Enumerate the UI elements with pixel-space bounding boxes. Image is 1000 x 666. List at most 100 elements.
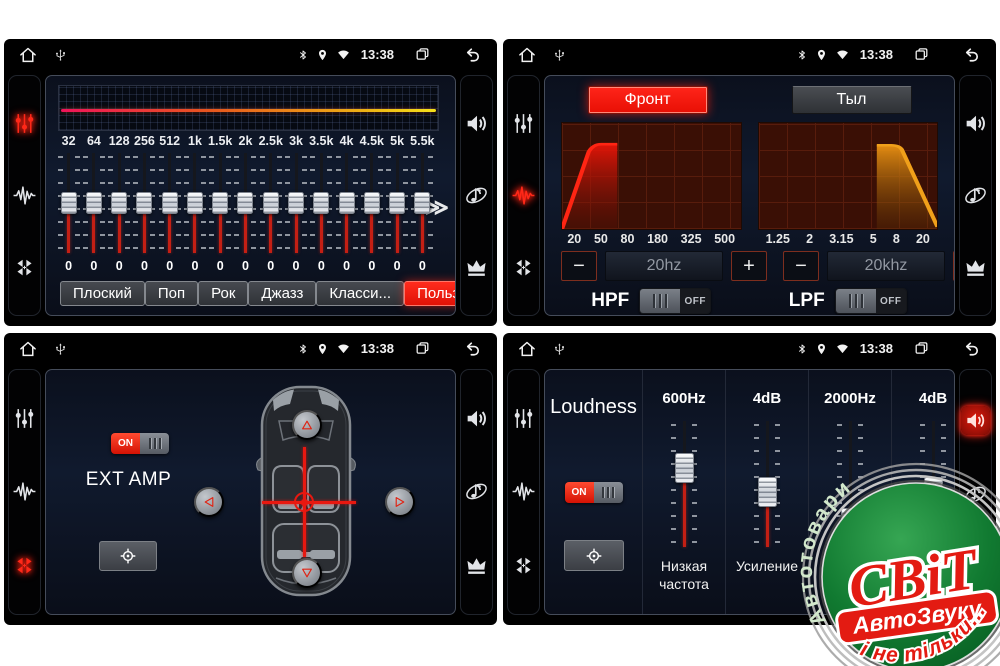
slider-handle[interactable] <box>86 192 102 214</box>
slider-handle[interactable] <box>111 192 127 214</box>
equalizer-icon[interactable] <box>12 406 37 431</box>
eq-band-slider[interactable] <box>81 151 106 255</box>
back-icon[interactable] <box>462 339 483 358</box>
eq-band-slider[interactable] <box>182 151 207 255</box>
speaker-tab[interactable]: Тыл <box>792 86 912 114</box>
eq-preset-button[interactable]: Джазз <box>248 281 316 306</box>
slider-handle[interactable] <box>136 192 152 214</box>
balance-icon[interactable] <box>12 255 37 280</box>
slider-handle[interactable] <box>364 192 380 214</box>
slider-handle[interactable] <box>389 192 405 214</box>
ext-amp-toggle[interactable]: ON <box>111 433 169 454</box>
eq-band-slider[interactable] <box>258 151 283 255</box>
center-reset-button[interactable] <box>564 540 624 571</box>
eq-band-slider[interactable] <box>334 151 359 255</box>
slider-handle[interactable] <box>162 192 178 214</box>
volume-icon[interactable] <box>464 111 489 136</box>
eq-presets: Плоский Поп Рок Джазз Класси... Польз. <box>46 275 455 306</box>
home-icon[interactable] <box>18 45 38 65</box>
store-logo: Автотовари СВіТ АвтоЗвуку і не тільки... <box>798 455 1000 666</box>
slider-handle[interactable] <box>288 192 304 214</box>
recents-icon[interactable] <box>913 340 930 357</box>
crown-icon[interactable] <box>464 255 489 280</box>
lpf-minus-button[interactable]: − <box>783 251 819 281</box>
eq-band: 3k 0 <box>283 134 308 275</box>
eq-preset-button[interactable]: Поп <box>145 281 198 306</box>
fader-rear-button[interactable] <box>292 558 322 588</box>
back-icon[interactable] <box>462 45 483 64</box>
recents-icon[interactable] <box>414 340 431 357</box>
waveform-icon[interactable] <box>511 183 536 208</box>
eq-band-slider[interactable] <box>384 151 409 255</box>
eq-band-slider[interactable] <box>208 151 233 255</box>
eq-band-slider[interactable] <box>283 151 308 255</box>
balance-right-button[interactable] <box>385 487 415 517</box>
speaker-tabs: Фронт Тыл <box>545 86 954 114</box>
eq-band: 64 0 <box>81 134 106 275</box>
crown-icon[interactable] <box>464 553 489 578</box>
waveform-icon[interactable] <box>12 479 37 504</box>
sound-effect-icon[interactable] <box>963 183 988 208</box>
slider-handle[interactable] <box>237 192 253 214</box>
center-reset-button[interactable] <box>99 541 157 571</box>
equalizer-icon[interactable] <box>511 111 536 136</box>
volume-icon[interactable] <box>464 406 489 431</box>
slider-handle[interactable] <box>212 192 228 214</box>
slider-handle[interactable] <box>758 477 777 507</box>
back-icon[interactable] <box>961 339 982 358</box>
balance-icon[interactable] <box>511 553 536 578</box>
back-icon[interactable] <box>961 45 982 64</box>
slider-handle[interactable] <box>263 192 279 214</box>
slider-handle[interactable] <box>313 192 329 214</box>
eq-band-slider[interactable] <box>157 151 182 255</box>
crown-icon[interactable] <box>963 255 988 280</box>
balance-icon[interactable] <box>511 255 536 280</box>
eq-band-slider[interactable] <box>56 151 81 255</box>
slider-handle[interactable] <box>675 453 694 483</box>
fader-front-button[interactable] <box>292 410 322 440</box>
eq-preset-button[interactable]: Класси... <box>316 281 404 306</box>
home-icon[interactable] <box>18 339 38 359</box>
tick-label: 500 <box>714 232 735 246</box>
waveform-icon[interactable] <box>12 183 37 208</box>
waveform-icon[interactable] <box>511 479 536 504</box>
hpf-minus-button[interactable]: − <box>561 251 597 281</box>
recents-icon[interactable] <box>414 46 431 63</box>
eq-band-slider[interactable] <box>359 151 384 255</box>
speaker-tab[interactable]: Фронт <box>588 86 708 114</box>
home-icon[interactable] <box>517 45 537 65</box>
sound-effect-icon[interactable] <box>464 479 489 504</box>
eq-band-slider[interactable] <box>132 151 157 255</box>
loudness-slider[interactable] <box>745 419 789 549</box>
equalizer-icon[interactable] <box>12 111 37 136</box>
eq-preset-button[interactable]: Плоский <box>60 281 145 306</box>
equalizer-icon[interactable] <box>511 406 536 431</box>
eq-band-slider[interactable] <box>107 151 132 255</box>
hpf-plus-button[interactable]: + <box>731 251 767 281</box>
hpf-toggle[interactable]: OFF <box>639 288 711 314</box>
eq-band-slider[interactable] <box>309 151 334 255</box>
slider-handle[interactable] <box>187 192 203 214</box>
lpf-plus-button[interactable]: + <box>953 251 955 281</box>
eq-band-slider[interactable] <box>233 151 258 255</box>
sound-effect-icon[interactable] <box>464 183 489 208</box>
eq-preset-button[interactable]: Рок <box>198 281 248 306</box>
hpf-frequency-ticks: 205080180325500 <box>561 232 742 246</box>
loudness-toggle[interactable]: ON <box>565 482 623 503</box>
lpf-graph <box>758 122 939 230</box>
recents-icon[interactable] <box>913 46 930 63</box>
balance-left-button[interactable] <box>194 487 224 517</box>
loudness-slider[interactable] <box>662 419 706 549</box>
eq-preset-button[interactable]: Польз. <box>404 281 456 306</box>
eq-band-frequency: 5.5k <box>410 134 435 151</box>
up-triangle-icon <box>300 418 314 432</box>
slider-handle[interactable] <box>414 192 430 214</box>
lpf-toggle[interactable]: OFF <box>835 288 907 314</box>
slider-handle[interactable] <box>61 192 77 214</box>
balance-icon[interactable] <box>12 553 37 578</box>
slider-handle[interactable] <box>339 192 355 214</box>
home-icon[interactable] <box>517 339 537 359</box>
volume-icon[interactable] <box>961 406 990 435</box>
volume-icon[interactable] <box>963 111 988 136</box>
tick-label: 80 <box>621 232 635 246</box>
